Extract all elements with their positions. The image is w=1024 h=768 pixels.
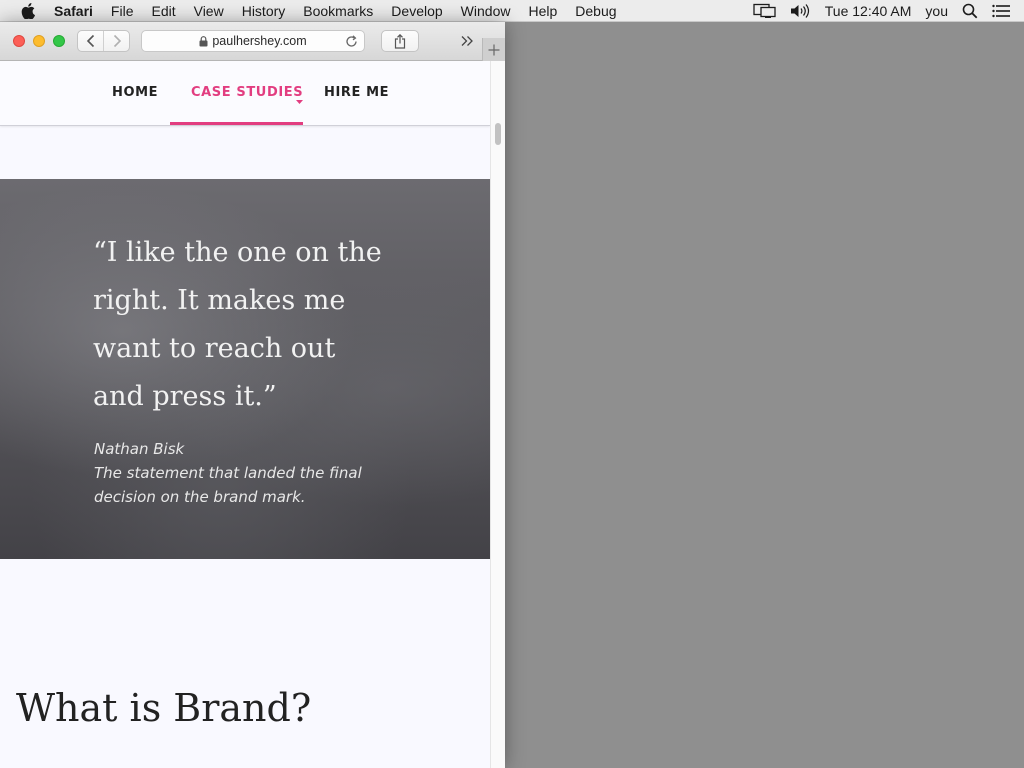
desktop-background — [505, 22, 1024, 768]
testimonial-author: Nathan Bisk — [94, 440, 185, 458]
menu-edit[interactable]: Edit — [151, 0, 175, 22]
nav-link-hire-me[interactable]: HIRE ME — [324, 85, 389, 100]
chevron-right-icon — [113, 34, 121, 48]
menubar-clock[interactable]: Tue 12:40 AM — [825, 3, 912, 19]
nav-link-case-studies[interactable]: CASE STUDIES — [191, 85, 303, 100]
testimonial-quote: “I like the one on the right. It makes m… — [93, 237, 382, 412]
menu-window[interactable]: Window — [461, 0, 511, 22]
menu-bar: Safari File Edit View History Bookmarks … — [0, 0, 1024, 22]
scrollbar-thumb[interactable] — [495, 123, 501, 145]
menu-app-safari[interactable]: Safari — [54, 0, 93, 22]
new-tab-button[interactable] — [482, 38, 505, 61]
menu-history[interactable]: History — [242, 0, 286, 22]
forward-button[interactable] — [103, 31, 129, 51]
spotlight-search-icon[interactable] — [962, 3, 978, 19]
section-heading: What is Brand? — [16, 686, 312, 730]
menu-file[interactable]: File — [111, 0, 134, 22]
history-nav-buttons — [77, 30, 130, 52]
testimonial-caption: The statement that landed the final deci… — [94, 464, 362, 506]
toolbar-overflow-icon[interactable] — [460, 34, 474, 52]
nav-link-home[interactable]: HOME — [112, 85, 158, 100]
url-text: paulhershey.com — [212, 34, 307, 48]
page-scrollbar[interactable] — [490, 61, 505, 768]
display-mirroring-icon[interactable] — [753, 3, 777, 19]
safari-window: paulhershey.com HOME CASE STUDIES HIRE M… — [0, 22, 505, 768]
back-button[interactable] — [78, 31, 103, 51]
close-window-button[interactable] — [13, 35, 25, 47]
site-navigation: HOME CASE STUDIES HIRE ME — [0, 61, 490, 126]
fullscreen-window-button[interactable] — [53, 35, 65, 47]
menubar-user[interactable]: you — [925, 3, 948, 19]
web-page: HOME CASE STUDIES HIRE ME “I like the on… — [0, 61, 490, 768]
browser-toolbar: paulhershey.com — [0, 22, 505, 61]
menu-help[interactable]: Help — [528, 0, 557, 22]
address-bar[interactable]: paulhershey.com — [141, 30, 365, 52]
share-button[interactable] — [381, 30, 419, 52]
notification-center-icon[interactable] — [992, 4, 1010, 18]
lock-icon — [199, 35, 208, 47]
minimize-window-button[interactable] — [33, 35, 45, 47]
reload-icon[interactable] — [345, 35, 358, 51]
menu-debug[interactable]: Debug — [575, 0, 616, 22]
menu-view[interactable]: View — [194, 0, 224, 22]
volume-icon[interactable] — [789, 3, 811, 19]
testimonial-banner: “I like the one on the right. It makes m… — [0, 179, 490, 559]
apple-menu-icon[interactable] — [21, 2, 35, 19]
menu-develop[interactable]: Develop — [391, 0, 442, 22]
share-icon — [394, 33, 406, 49]
active-nav-indicator — [170, 122, 303, 125]
menu-bookmarks[interactable]: Bookmarks — [303, 0, 373, 22]
chevron-left-icon — [86, 34, 94, 48]
caret-down-icon[interactable] — [296, 91, 303, 109]
plus-icon — [488, 44, 500, 55]
